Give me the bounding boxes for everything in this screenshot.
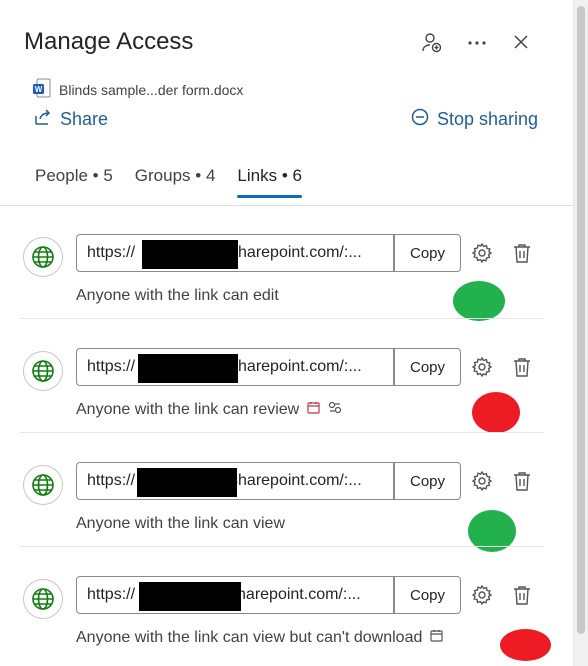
share-label: Share xyxy=(60,109,109,129)
calendar-expiry-icon xyxy=(430,629,443,647)
file-name: Blinds sample...der form.docx xyxy=(59,81,244,98)
copy-button[interactable]: Copy xyxy=(394,462,461,500)
link-url-field[interactable]: https:// sharepoint.com/:... xyxy=(76,234,394,272)
permission-text: Anyone with the link can view xyxy=(76,515,285,532)
trash-icon[interactable] xyxy=(510,241,534,265)
link-url-prefix: https:// xyxy=(87,358,136,375)
file-info: W Blinds sample...der form.docx xyxy=(33,78,243,101)
permission-label: Anyone with the link can view xyxy=(76,515,285,533)
globe-icon xyxy=(23,579,63,619)
redaction-block xyxy=(137,468,237,497)
link-url-suffix: sharepoint.com/:... xyxy=(230,358,362,375)
permission-text: Anyone with the link can edit xyxy=(76,287,279,304)
globe-icon xyxy=(23,351,63,391)
link-item: https:// harepoint.com/:... Copy Anyone w… xyxy=(0,547,574,661)
link-url-prefix: https:// xyxy=(87,472,136,489)
permission-text: Anyone with the link can review xyxy=(76,401,300,418)
scrollbar[interactable] xyxy=(573,0,588,666)
svg-text:W: W xyxy=(35,85,43,94)
share-icon xyxy=(34,108,52,131)
trash-icon[interactable] xyxy=(510,583,534,607)
status-dot-green xyxy=(453,281,505,321)
redaction-block xyxy=(142,240,238,269)
redaction-block xyxy=(139,582,241,611)
tab-groups[interactable]: Groups • 4 xyxy=(124,164,227,198)
permission-label: Anyone with the link can review xyxy=(76,401,342,419)
copy-button[interactable]: Copy xyxy=(394,348,461,386)
gear-icon[interactable] xyxy=(470,355,494,379)
share-button[interactable]: Share xyxy=(34,108,108,131)
stop-circle-icon xyxy=(411,108,429,131)
link-url-field[interactable]: https:// harepoint.com/:... xyxy=(76,576,394,614)
gear-icon[interactable] xyxy=(470,583,494,607)
permission-label: Anyone with the link can view but can't … xyxy=(76,629,443,647)
link-url-suffix: sharepoint.com/:... xyxy=(230,244,362,261)
link-url-field[interactable]: https:// sharepoint.com/:... xyxy=(76,462,394,500)
copy-button[interactable]: Copy xyxy=(394,576,461,614)
add-person-settings-icon[interactable] xyxy=(419,30,445,56)
permission-label: Anyone with the link can edit xyxy=(76,287,279,305)
stop-sharing-button[interactable]: Stop sharing xyxy=(411,108,538,131)
link-url-prefix: https:// xyxy=(87,586,136,603)
trash-icon[interactable] xyxy=(510,469,534,493)
permission-text: Anyone with the link can view but can't … xyxy=(76,629,423,646)
redaction-block xyxy=(138,354,238,383)
link-item: https:// sharepoint.com/:... Copy Anyone … xyxy=(0,319,574,433)
link-url-field[interactable]: https:// sharepoint.com/:... xyxy=(76,348,394,386)
word-doc-icon: W xyxy=(33,78,51,101)
tab-people[interactable]: People • 5 xyxy=(24,164,124,198)
more-options-icon[interactable] xyxy=(464,30,490,56)
link-url-suffix: harepoint.com/:... xyxy=(237,586,361,603)
tab-list: People • 5 Groups • 4 Links • 6 xyxy=(24,164,313,198)
gear-icon[interactable] xyxy=(470,241,494,265)
status-dot-red xyxy=(472,392,520,433)
status-dot-red xyxy=(500,629,551,661)
globe-icon xyxy=(23,237,63,277)
calendar-expiry-icon xyxy=(307,401,320,419)
stop-sharing-label: Stop sharing xyxy=(437,109,539,129)
link-url-prefix: https:// xyxy=(87,244,136,261)
link-url-suffix: sharepoint.com/:... xyxy=(230,472,362,489)
globe-icon xyxy=(23,465,63,505)
link-item: https:// sharepoint.com/:... Copy Anyone … xyxy=(0,433,574,552)
trash-icon[interactable] xyxy=(510,355,534,379)
close-icon[interactable] xyxy=(508,29,534,55)
gear-icon[interactable] xyxy=(470,469,494,493)
link-item: https:// sharepoint.com/:... Copy Anyone … xyxy=(0,205,574,321)
copy-button[interactable]: Copy xyxy=(394,234,461,272)
people-settings-icon xyxy=(328,401,342,419)
tab-links[interactable]: Links • 6 xyxy=(226,164,313,198)
page-title: Manage Access xyxy=(24,28,194,55)
scrollbar-thumb[interactable] xyxy=(577,6,585,634)
